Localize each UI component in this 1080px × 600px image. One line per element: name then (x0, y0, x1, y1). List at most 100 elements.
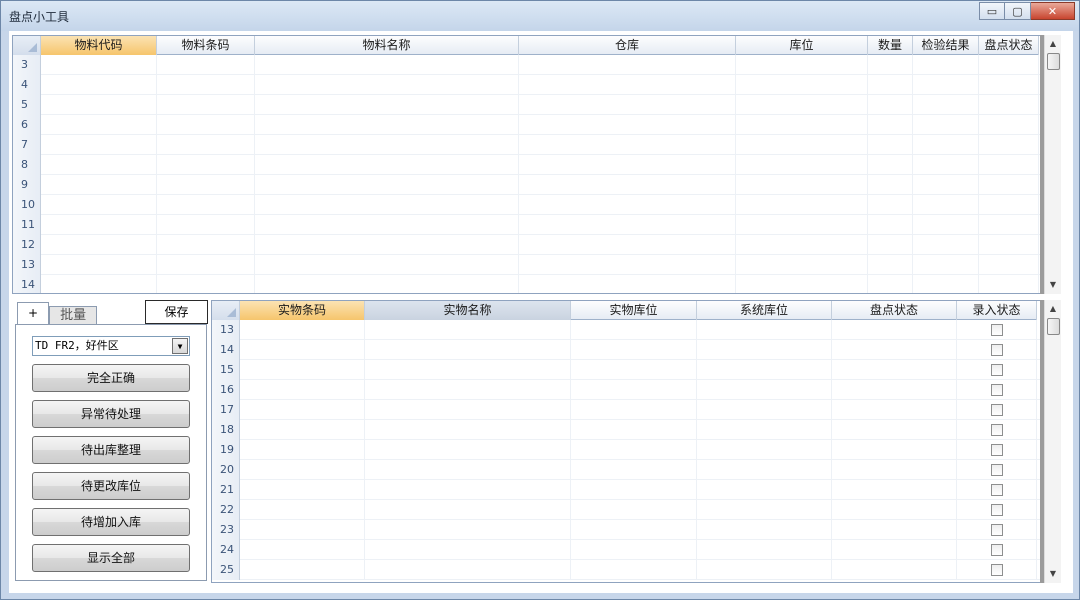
row-number[interactable]: 3 (13, 55, 41, 75)
table-cell[interactable] (240, 380, 365, 400)
scroll-up-icon[interactable]: ▲ (1045, 37, 1061, 51)
table-cell[interactable] (240, 320, 365, 340)
table-cell[interactable] (571, 420, 697, 440)
table-cell[interactable] (519, 95, 736, 115)
table-cell[interactable] (832, 540, 957, 560)
row-number[interactable]: 22 (212, 500, 240, 520)
entry-status-checkbox[interactable] (990, 544, 1003, 556)
table-cell[interactable] (979, 215, 1039, 235)
table-row[interactable]: 7 (13, 135, 1041, 155)
table-cell[interactable] (913, 155, 979, 175)
table-cell[interactable] (41, 195, 157, 215)
table-cell[interactable] (832, 500, 957, 520)
row-number[interactable]: 9 (13, 175, 41, 195)
table-cell[interactable] (41, 255, 157, 275)
table-cell[interactable] (697, 340, 832, 360)
table-cell[interactable] (868, 195, 913, 215)
col-physical-name[interactable]: 实物名称 (365, 301, 571, 320)
row-number[interactable]: 17 (212, 400, 240, 420)
table-cell[interactable] (957, 340, 1037, 360)
table-cell[interactable] (255, 195, 519, 215)
table-cell[interactable] (157, 175, 255, 195)
table-cell[interactable] (365, 360, 571, 380)
tab-add[interactable]: + (17, 302, 50, 324)
row-number[interactable]: 20 (212, 460, 240, 480)
table-cell[interactable] (571, 440, 697, 460)
table-cell[interactable] (957, 360, 1037, 380)
table-cell[interactable] (979, 235, 1039, 255)
minimize-button[interactable]: ▭ (979, 2, 1005, 20)
entry-status-checkbox[interactable] (990, 464, 1003, 476)
table-cell[interactable] (571, 380, 697, 400)
table-cell[interactable] (979, 175, 1039, 195)
row-number[interactable]: 7 (13, 135, 41, 155)
row-number[interactable]: 18 (212, 420, 240, 440)
table-cell[interactable] (365, 460, 571, 480)
col-material-code[interactable]: 物料代码 (41, 36, 157, 55)
table-cell[interactable] (240, 520, 365, 540)
table-cell[interactable] (913, 255, 979, 275)
row-number[interactable]: 14 (13, 275, 41, 293)
table-cell[interactable] (157, 55, 255, 75)
physical-grid[interactable]: 实物条码 实物名称 实物库位 系统库位 盘点状态 录入状态 13 14 15 16 17… (211, 300, 1042, 583)
table-cell[interactable] (240, 420, 365, 440)
close-button[interactable]: ✕ (1031, 2, 1075, 20)
entry-status-checkbox[interactable] (990, 364, 1003, 376)
table-cell[interactable] (957, 500, 1037, 520)
table-cell[interactable] (957, 420, 1037, 440)
table-row[interactable]: 6 (13, 115, 1041, 135)
table-cell[interactable] (979, 255, 1039, 275)
table-cell[interactable] (365, 400, 571, 420)
table-row[interactable]: 24 (212, 540, 1041, 560)
table-cell[interactable] (957, 320, 1037, 340)
table-cell[interactable] (255, 255, 519, 275)
table-cell[interactable] (519, 275, 736, 293)
table-cell[interactable] (736, 275, 868, 293)
entry-status-checkbox[interactable] (990, 524, 1003, 536)
col-material-name[interactable]: 物料名称 (255, 36, 519, 55)
table-cell[interactable] (913, 75, 979, 95)
table-cell[interactable] (255, 235, 519, 255)
table-cell[interactable] (697, 420, 832, 440)
table-cell[interactable] (41, 215, 157, 235)
table-row[interactable]: 3 (13, 55, 1041, 75)
table-cell[interactable] (240, 500, 365, 520)
table-cell[interactable] (571, 340, 697, 360)
table-cell[interactable] (41, 155, 157, 175)
scroll-down-icon[interactable]: ▼ (1045, 567, 1061, 581)
table-cell[interactable] (157, 275, 255, 293)
col-location[interactable]: 库位 (736, 36, 868, 55)
table-cell[interactable] (255, 75, 519, 95)
col-physical-location[interactable]: 实物库位 (571, 301, 697, 320)
table-cell[interactable] (365, 560, 571, 580)
col-entry-status[interactable]: 录入状态 (957, 301, 1037, 320)
table-cell[interactable] (736, 255, 868, 275)
table-row[interactable]: 19 (212, 440, 1041, 460)
table-cell[interactable] (979, 135, 1039, 155)
entry-status-checkbox[interactable] (990, 564, 1003, 576)
table-cell[interactable] (697, 540, 832, 560)
table-cell[interactable] (979, 115, 1039, 135)
scroll-thumb[interactable] (1047, 318, 1060, 335)
table-cell[interactable] (519, 195, 736, 215)
table-cell[interactable] (571, 400, 697, 420)
table-row[interactable]: 15 (212, 360, 1041, 380)
table-cell[interactable] (868, 115, 913, 135)
table-cell[interactable] (957, 380, 1037, 400)
table-row[interactable]: 5 (13, 95, 1041, 115)
table-cell[interactable] (913, 275, 979, 293)
table-cell[interactable] (832, 320, 957, 340)
table-cell[interactable] (736, 235, 868, 255)
table-cell[interactable] (979, 275, 1039, 293)
table-cell[interactable] (41, 175, 157, 195)
table-cell[interactable] (41, 55, 157, 75)
table-cell[interactable] (957, 520, 1037, 540)
table-cell[interactable] (832, 360, 957, 380)
table-cell[interactable] (255, 155, 519, 175)
select-all-corner[interactable] (13, 36, 41, 55)
table-row[interactable]: 17 (212, 400, 1041, 420)
table-row[interactable]: 25 (212, 560, 1041, 580)
col-quantity[interactable]: 数量 (868, 36, 913, 55)
table-cell[interactable] (41, 115, 157, 135)
table-cell[interactable] (697, 440, 832, 460)
